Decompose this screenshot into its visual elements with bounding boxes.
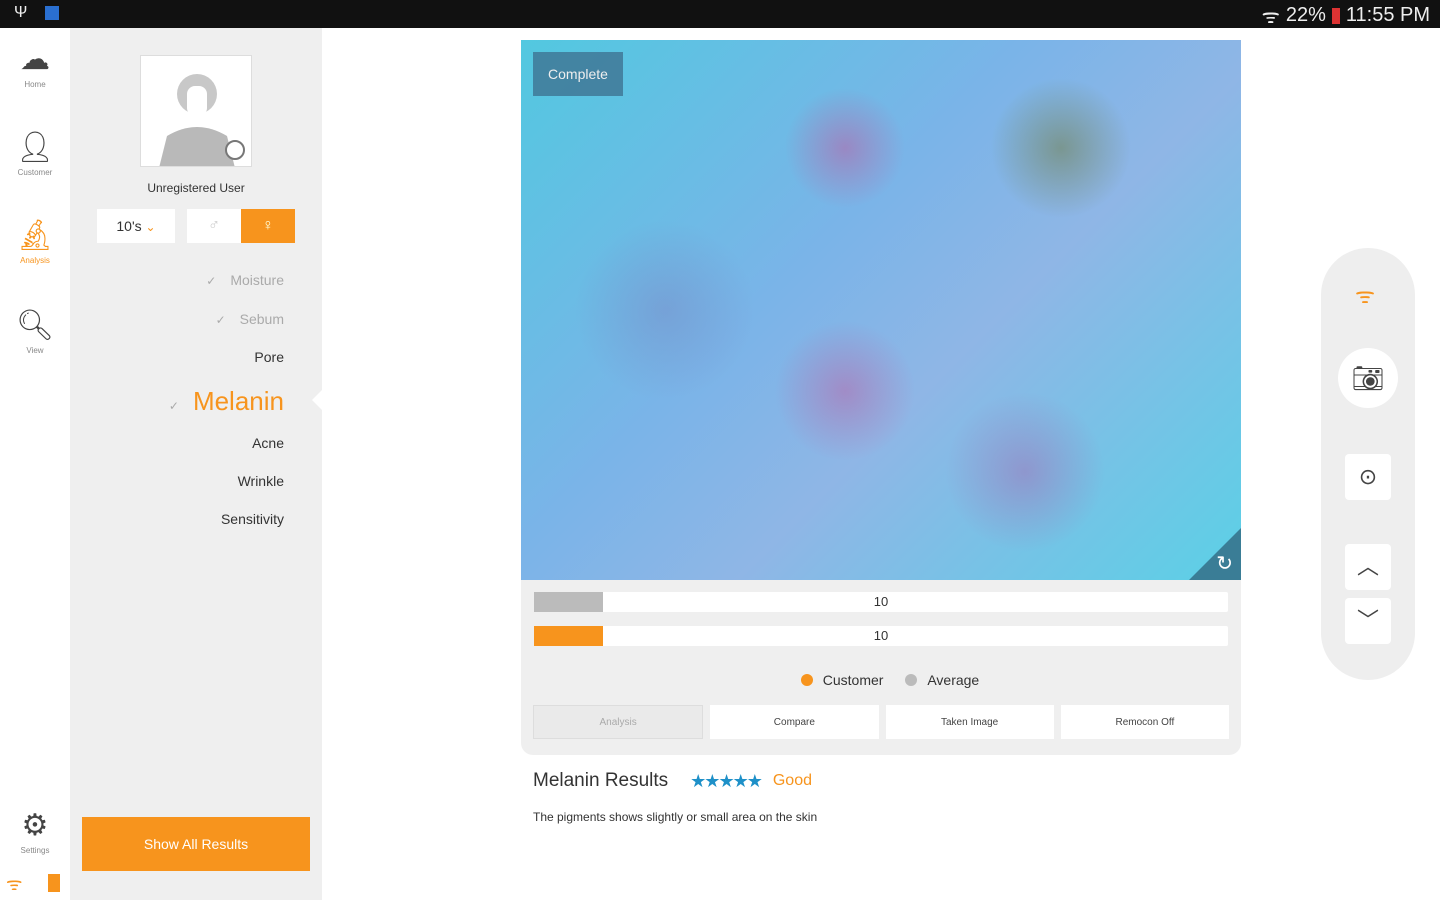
clock: 11:55 PM	[1345, 4, 1430, 26]
legend: Customer Average	[521, 672, 1241, 688]
male-button[interactable]: ♂	[187, 209, 241, 243]
person-icon: 👤︎	[15, 131, 55, 164]
profile-panel: Unregistered User 10's ⌄ ♂ ♀ ✓ Moisture ✓…	[70, 28, 322, 900]
menu-sebum[interactable]: ✓ Sebum	[216, 311, 284, 327]
nav-rail: ☁ Home 👤︎ Customer 🔬︎ Analysis 🔍︎ View ⚙ Sett…	[0, 28, 70, 900]
results-description: The pigments shows slightly or small are…	[533, 810, 818, 824]
tab-taken-image[interactable]: Taken Image	[885, 705, 1054, 739]
selection-indicator	[312, 390, 322, 410]
menu-pore[interactable]: Pore	[254, 349, 284, 365]
app-notification-icon	[45, 6, 60, 20]
average-dot	[905, 674, 918, 686]
refresh-icon[interactable]: ↻	[1216, 551, 1233, 576]
status-badge: Complete	[533, 52, 623, 96]
check-icon: ✓	[215, 313, 226, 327]
focus-button[interactable]: ⊙	[1345, 454, 1391, 500]
home-logo-icon: ☁	[20, 43, 50, 76]
female-user-icon	[159, 74, 245, 166]
check-icon: ✓	[206, 274, 217, 288]
chevron-up-icon: ︿	[1356, 554, 1379, 579]
check-icon: ✓	[168, 399, 179, 413]
show-all-results-button[interactable]: Show All Results	[82, 817, 310, 871]
battery-icon	[1331, 7, 1340, 24]
chevron-down-icon: ﹀	[1356, 608, 1379, 633]
average-bar: 10	[534, 592, 1228, 612]
usb-icon: Ψ	[14, 4, 28, 21]
search-icon: 🔍︎	[15, 309, 55, 342]
nav-analysis[interactable]: 🔬︎ Analysis	[0, 216, 70, 265]
nav-view[interactable]: 🔍︎ View	[0, 306, 70, 355]
nav-settings[interactable]: ⚙ Settings	[0, 806, 70, 855]
nav-home[interactable]: ☁ Home	[0, 40, 70, 89]
tab-compare[interactable]: Compare	[710, 705, 879, 739]
wifi-icon: ᯤ	[1261, 6, 1280, 28]
capture-button[interactable]: 📷︎	[1338, 348, 1398, 408]
microscope-icon: 🔬︎	[15, 219, 55, 252]
user-name: Unregistered User	[147, 181, 245, 195]
skin-image: Complete ↻	[521, 40, 1241, 580]
results-title: Melanin Results	[533, 770, 669, 791]
wifi-connection-icon: ᯤ	[6, 874, 23, 894]
battery-level: 22%	[1285, 4, 1326, 26]
tab-analysis[interactable]: Analysis	[533, 705, 704, 739]
results-header: Melanin Results ★★★★★ Good	[533, 770, 812, 792]
avatar[interactable]	[140, 55, 252, 167]
menu-moisture[interactable]: ✓ Moisture	[206, 272, 284, 288]
rating-label: Good	[772, 772, 812, 789]
menu-melanin[interactable]: ✓ Melanin	[169, 386, 284, 417]
camera-control-panel: ᯤ 📷︎ ⊙ ︿ ﹀	[1321, 248, 1415, 680]
gear-icon: ⚙	[21, 809, 49, 842]
female-button[interactable]: ♀	[241, 209, 295, 243]
action-tabs: Analysis Compare Taken Image Remocon Off	[533, 705, 1229, 739]
chevron-down-icon: ⌄	[145, 220, 156, 234]
target-icon: ⊙	[1358, 464, 1378, 489]
menu-sensitivity[interactable]: Sensitivity	[221, 511, 284, 527]
wifi-signal-icon: ᯤ	[1355, 283, 1376, 308]
star-rating: ★★★★★	[690, 770, 763, 791]
analysis-card: Complete ↻ 10 10 Customer Average Analys…	[521, 40, 1241, 755]
age-dropdown[interactable]: 10's ⌄	[97, 209, 175, 243]
menu-wrinkle[interactable]: Wrinkle	[238, 473, 284, 489]
down-button[interactable]: ﹀	[1345, 598, 1391, 644]
customer-dot	[800, 674, 813, 686]
corner-tab	[1189, 528, 1241, 580]
up-button[interactable]: ︿	[1345, 544, 1391, 590]
tab-remocon-off[interactable]: Remocon Off	[1060, 705, 1229, 739]
nav-customer[interactable]: 👤︎ Customer	[0, 128, 70, 177]
status-bar: Ψ ᯤ 22% 11:55 PM	[0, 0, 1440, 28]
camera-icon: 📷︎	[1351, 363, 1385, 393]
menu-acne[interactable]: Acne	[252, 435, 284, 451]
gender-toggle: ♂ ♀	[187, 209, 295, 243]
customer-bar: 10	[534, 626, 1228, 646]
device-battery-icon	[48, 874, 60, 892]
